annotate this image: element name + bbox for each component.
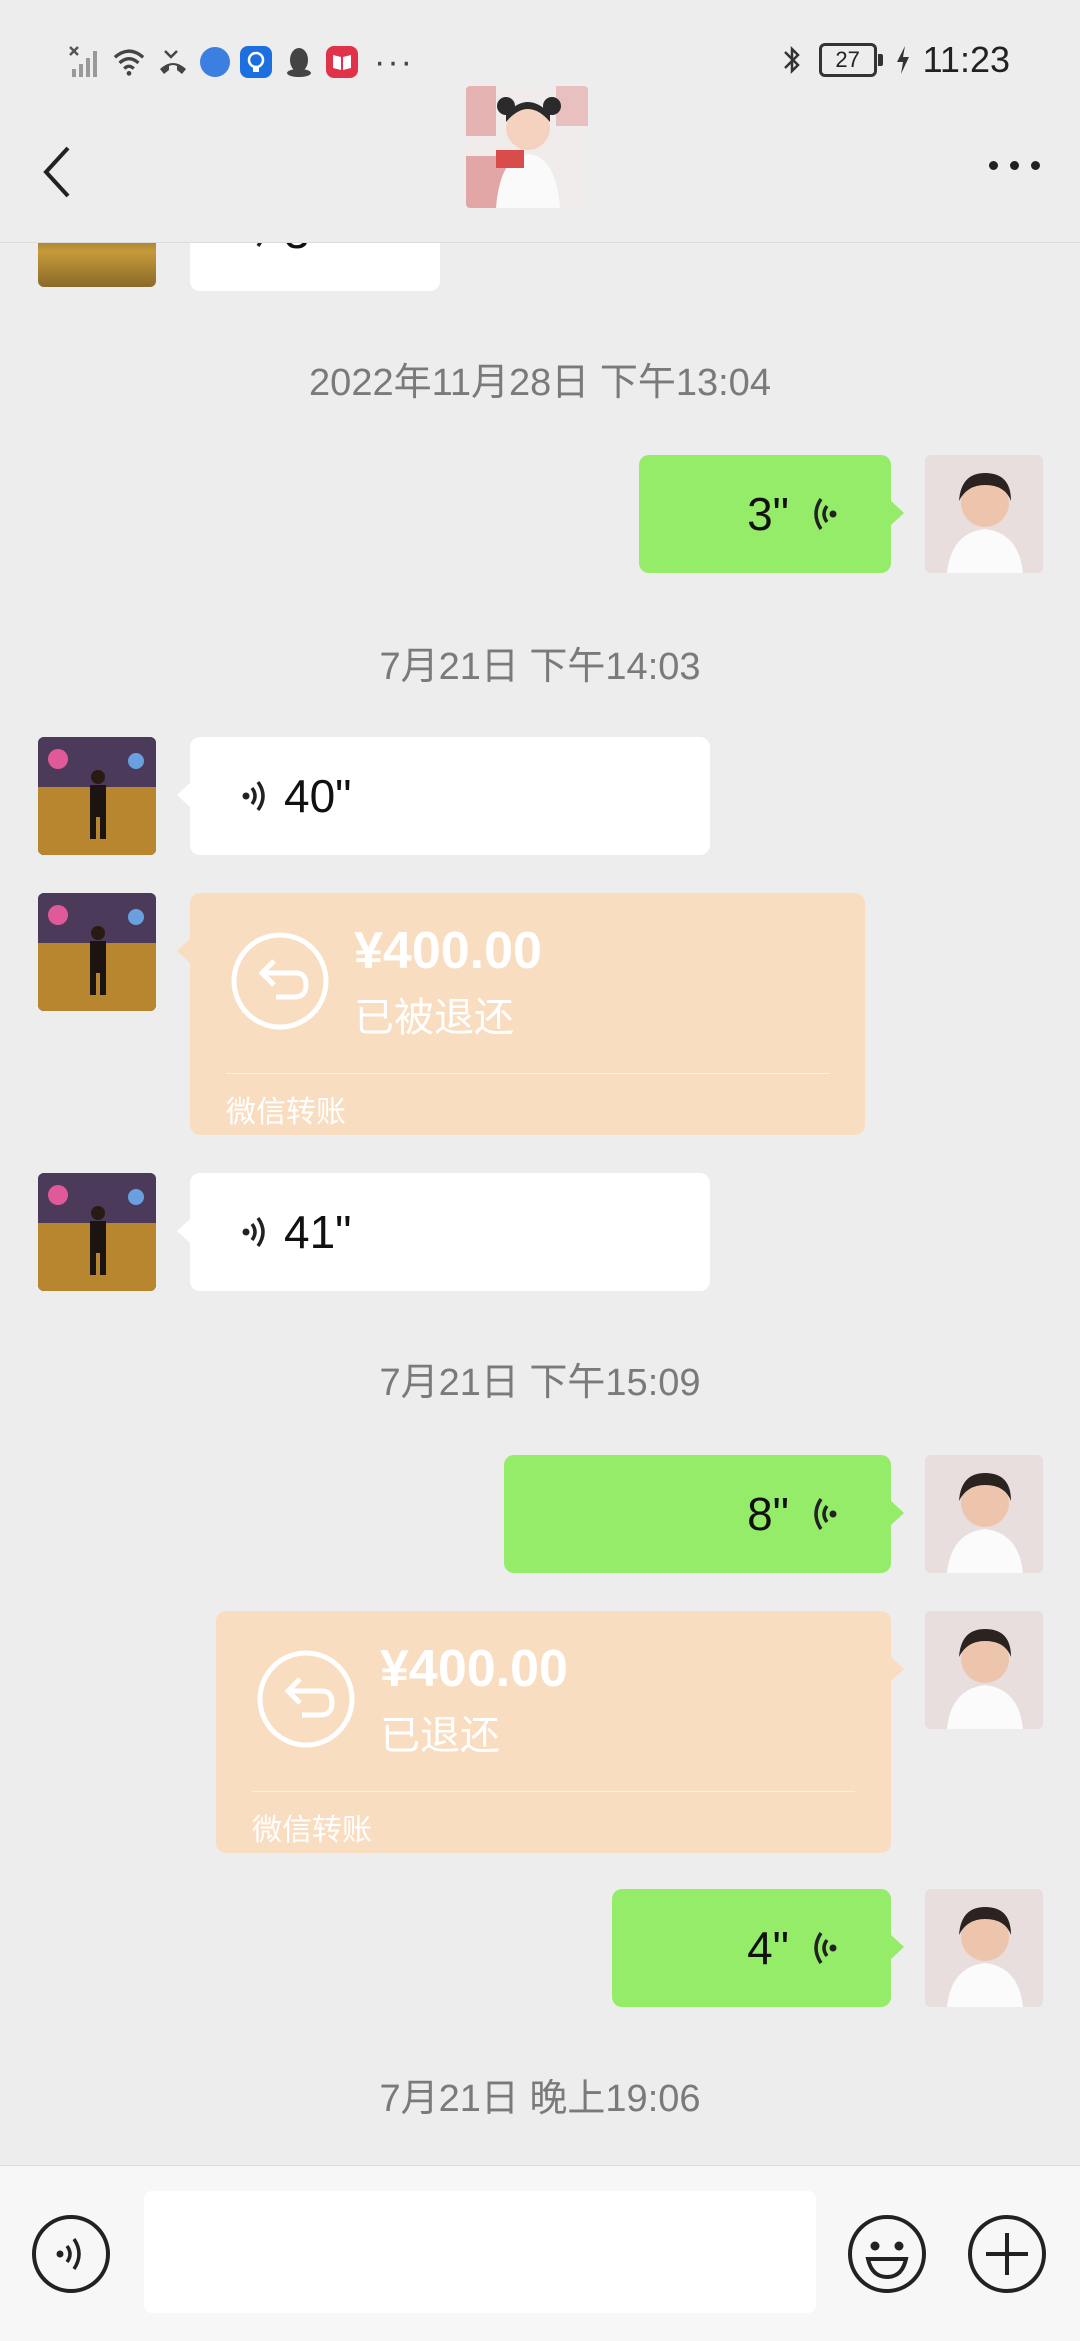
timestamp: 7月21日 下午14:03 (379, 646, 701, 688)
voice-message-out[interactable]: 3" (639, 455, 904, 573)
voice-message-in[interactable]: 41" (177, 1173, 710, 1291)
voice-wave-icon (242, 780, 265, 812)
divider (226, 1073, 829, 1074)
transfer-status: 已被退还 (354, 996, 514, 1040)
avatar[interactable] (925, 1611, 1043, 1729)
voice-duration: 3" (747, 488, 789, 540)
bulb-app-icon (240, 46, 272, 78)
voice-wave-icon (814, 1498, 837, 1530)
refund-icon (257, 1650, 355, 1748)
divider (252, 1791, 855, 1792)
voice-wave-icon (814, 1932, 837, 1964)
chat-area[interactable]: 3" 2022年11月28日 下午13:04 3" 7月21日 下午14:03 … (0, 243, 1080, 2165)
status-icons-left: ··· (68, 38, 414, 86)
signal-off-icon (68, 45, 102, 79)
voice-duration: 3" (284, 243, 326, 259)
avatar[interactable] (925, 1455, 1043, 1573)
missed-call-icon (156, 45, 190, 79)
refund-icon (231, 932, 329, 1030)
plus-icon[interactable] (966, 2213, 1048, 2295)
message-input[interactable] (144, 2191, 816, 2313)
transfer-card-out[interactable]: ¥400.00 已退还 微信转账 (216, 1611, 904, 1853)
browser-app-icon (200, 47, 230, 77)
bluetooth-icon (775, 43, 809, 77)
voice-mode-icon[interactable] (30, 2213, 112, 2295)
wifi-icon (112, 45, 146, 79)
avatar[interactable] (925, 1889, 1043, 2007)
voice-message-out[interactable]: 8" (504, 1455, 904, 1573)
timestamp: 7月21日 晚上19:06 (379, 2078, 701, 2120)
transfer-footer: 微信转账 (226, 1096, 346, 1129)
avatar[interactable] (38, 243, 156, 287)
book-app-icon (326, 46, 358, 78)
back-chevron-icon[interactable] (38, 142, 78, 202)
avatar[interactable] (925, 455, 1043, 573)
voice-wave-icon (242, 1216, 265, 1248)
status-icons-right: 27 11:23 (775, 34, 1010, 86)
timestamp: 7月21日 下午15:09 (379, 1362, 701, 1404)
voice-duration: 4" (747, 1922, 789, 1974)
voice-message-out[interactable]: 4" (612, 1889, 904, 2007)
clock: 11:23 (922, 39, 1010, 80)
avatar[interactable] (38, 893, 156, 1011)
qq-app-icon (282, 45, 316, 79)
transfer-amount: ¥400.00 (380, 1640, 568, 1698)
input-bar (0, 2165, 1080, 2341)
charging-icon (893, 43, 913, 77)
voice-duration: 8" (747, 1488, 789, 1540)
transfer-amount: ¥400.00 (354, 922, 542, 980)
transfer-card-in[interactable]: ¥400.00 已被退还 微信转账 (177, 893, 865, 1135)
voice-duration: 41" (284, 1206, 352, 1258)
timestamp: 2022年11月28日 下午13:04 (309, 362, 771, 404)
voice-message-in[interactable]: 40" (177, 737, 710, 855)
contact-avatar[interactable] (466, 86, 588, 208)
transfer-status: 已退还 (380, 1714, 500, 1758)
avatar[interactable] (38, 737, 156, 855)
voice-message-in[interactable]: 3" (177, 243, 440, 291)
transfer-footer: 微信转账 (252, 1814, 372, 1847)
emoji-icon[interactable] (846, 2213, 928, 2295)
avatar[interactable] (38, 1173, 156, 1291)
voice-wave-icon (256, 243, 262, 248)
more-dots-icon[interactable] (984, 150, 1044, 180)
overflow-indicator: ··· (374, 43, 414, 81)
battery-level: 27 (818, 43, 883, 77)
voice-duration: 40" (284, 770, 352, 822)
voice-wave-icon (814, 498, 837, 530)
chat-header (0, 80, 1080, 243)
